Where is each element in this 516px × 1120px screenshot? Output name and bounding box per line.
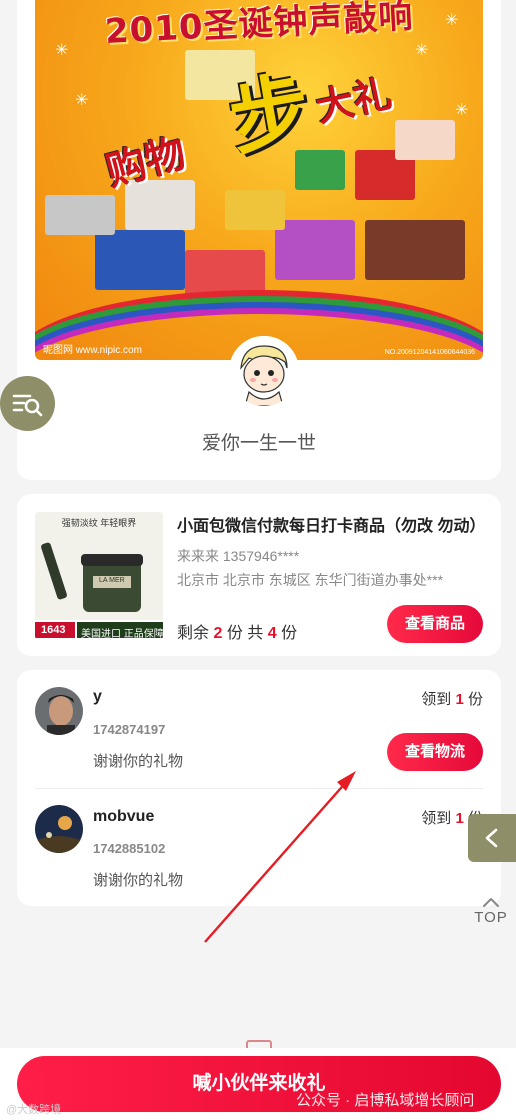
recipient-row: mobvue 1742885102 谢谢你的礼物 领到 1 份 <box>35 788 483 906</box>
gift-box-graphic <box>95 230 185 290</box>
back-button[interactable] <box>468 814 516 862</box>
stock-mid: 份 共 <box>226 625 264 642</box>
recipient-claim-count: 领到 1 份 <box>421 688 483 709</box>
chevron-left-icon <box>485 828 498 848</box>
stock-suffix: 份 <box>281 625 298 642</box>
recipient-phone: 1742885102 <box>93 841 166 856</box>
product-image-price: 1643 <box>41 624 66 636</box>
recipient-row: y 1742874197 谢谢你的礼物 领到 1 份 查看物流 <box>35 670 483 788</box>
product-seller: 来来来 1357946**** <box>177 548 300 564</box>
poster-watermark-id: NO.20091204141060644036 <box>384 349 475 356</box>
recipient-name: mobvue <box>93 808 155 825</box>
product-stock: 剩余 2 份 共 4 份 <box>177 619 297 643</box>
product-address: 北京市 北京市 东城区 东华门街道办事处*** <box>177 572 444 588</box>
gift-box-graphic <box>275 220 355 280</box>
sender-name: 爱你一生一世 <box>201 433 316 454</box>
product-image[interactable]: 强韧淡纹 年轻眼界 LA MER 1643 美国进口 正品保障 <box>35 512 163 640</box>
gift-box-graphic <box>45 195 115 235</box>
product-image-badge: 美国进口 正品保障 <box>81 629 163 640</box>
stock-total: 4 <box>267 625 277 642</box>
recipient-phone: 1742874197 <box>93 722 166 737</box>
recipient-message: 谢谢你的礼物 <box>93 872 184 889</box>
gift-box-graphic <box>225 190 285 230</box>
hero-card: 2010圣诞钟声敲响 购物 大礼 步 ✳ ✳ ✳ ✳ ✳ 昵图网 www.nip… <box>17 0 501 480</box>
search-list-icon <box>12 394 43 417</box>
footer-watermark-right: 公众号 · 启博私域增长顾问 <box>296 1092 475 1109</box>
recipients-card: y 1742874197 谢谢你的礼物 领到 1 份 查看物流 mobvue 1… <box>17 670 501 906</box>
stock-remaining: 2 <box>213 625 223 642</box>
back-to-top-button[interactable]: TOP <box>470 895 512 935</box>
view-product-button[interactable]: 查看商品 <box>387 605 483 643</box>
snowflake-icon: ✳ <box>415 42 429 59</box>
search-list-button[interactable] <box>0 376 55 431</box>
product-title[interactable]: 小面包微信付款每日打卡商品（勿改 勿动） <box>177 512 487 536</box>
christmas-poster-image: 2010圣诞钟声敲响 购物 大礼 步 ✳ ✳ ✳ ✳ ✳ 昵图网 www.nip… <box>35 0 483 360</box>
recipient-name: y <box>93 688 102 705</box>
gift-box-graphic <box>365 220 465 280</box>
back-to-top-label: TOP <box>474 909 508 926</box>
claim-suffix: 份 <box>467 691 483 708</box>
stock-prefix: 剩余 <box>177 625 210 642</box>
claim-prefix: 领到 <box>421 810 452 827</box>
snowflake-icon: ✳ <box>55 42 69 59</box>
chevron-up-icon <box>483 898 499 907</box>
view-logistics-button[interactable]: 查看物流 <box>387 733 483 771</box>
claim-prefix: 领到 <box>421 691 452 708</box>
snowflake-icon: ✳ <box>75 92 89 109</box>
claim-count: 1 <box>455 691 464 708</box>
product-image-brand: LA MER <box>99 577 125 584</box>
recipient-message: 谢谢你的礼物 <box>93 753 184 770</box>
snowflake-icon: ✳ <box>455 102 469 119</box>
recipient-avatar[interactable] <box>35 687 83 735</box>
sender-avatar <box>229 336 299 406</box>
claim-count: 1 <box>455 810 464 827</box>
poster-right-words: 大礼 <box>312 73 396 131</box>
poster-big-character: 步 <box>222 63 318 166</box>
footer-watermark-left: @大数跨境 <box>6 1104 62 1116</box>
product-card[interactable]: 强韧淡纹 年轻眼界 LA MER 1643 美国进口 正品保障 小面包微信付款每… <box>17 494 501 656</box>
product-image-tagline: 强韧淡纹 年轻眼界 <box>61 518 137 528</box>
gift-box-graphic <box>395 120 455 160</box>
snowflake-icon: ✳ <box>445 12 459 29</box>
gift-box-graphic <box>295 150 345 190</box>
recipient-avatar[interactable] <box>35 805 83 853</box>
poster-watermark: 昵图网 www.nipic.com <box>43 345 142 356</box>
